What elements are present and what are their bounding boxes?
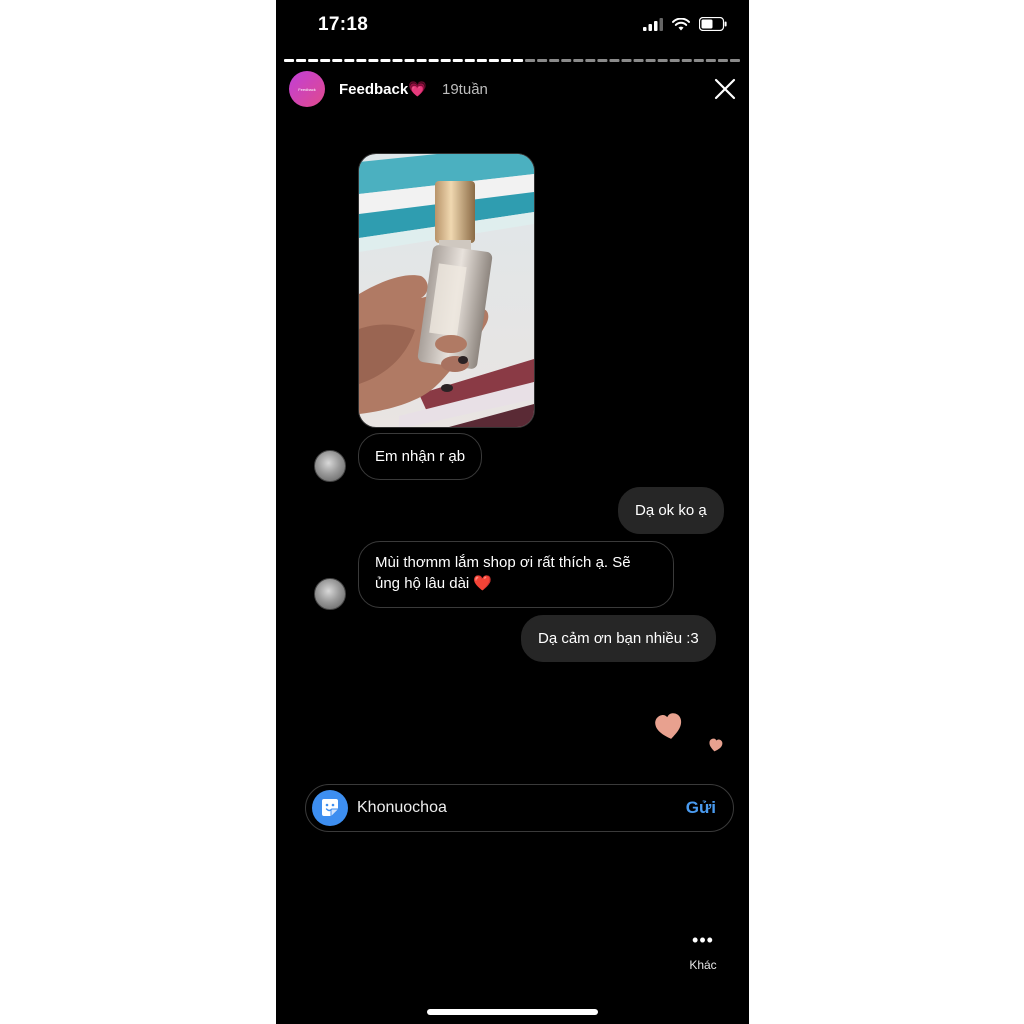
progress-segment [597,59,608,62]
more-button[interactable]: ••• Khác [678,930,728,982]
progress-segment [392,59,403,62]
message-bubble-sent: Dạ ok ko ạ [618,487,724,534]
signal-icon [643,17,663,31]
progress-segment [717,59,728,62]
message-bubble-sent: Dạ cảm ơn bạn nhiều :3 [521,615,716,662]
progress-segment [561,59,572,62]
progress-segment [633,59,644,62]
status-time: 17:18 [318,14,369,35]
progress-segment [585,59,596,62]
message-bubble-received: Mùi thơmm lắm shop ơi rất thích ạ. Sẽ ủn… [358,541,674,608]
progress-segment [549,59,560,62]
progress-segment [356,59,367,62]
sticker-face-icon[interactable] [312,790,348,826]
story-age: 19tuần [442,81,488,98]
progress-segment [404,59,415,62]
shared-photo[interactable] [358,153,535,428]
progress-segment [440,59,451,62]
send-button[interactable]: Gửi [686,798,716,818]
sender-avatar [314,578,346,610]
progress-segment [464,59,475,62]
story-screen: 17:18 Feedback Feedback💗 19tuần Em nhận … [276,0,749,1024]
progress-segment [681,59,692,62]
progress-segment [476,59,487,62]
more-dots-icon: ••• [692,930,714,950]
progress-segment [308,59,319,62]
reply-bar[interactable]: Khonuochoa Gửi [305,784,734,832]
progress-segment [500,59,511,62]
heart-sticker-icon [655,713,682,739]
progress-segment [609,59,620,62]
progress-segment [284,59,295,62]
message-bubble-received: Em nhận r ạb [358,433,483,480]
progress-segment [657,59,668,62]
progress-segment [669,59,680,62]
reply-input[interactable]: Khonuochoa [357,799,447,817]
progress-segment [488,59,499,62]
progress-segment [705,59,716,62]
progress-segment [332,59,343,62]
story-progress-bar [284,59,740,62]
progress-segment [452,59,463,62]
sender-avatar [314,450,346,482]
battery-icon [699,17,727,31]
progress-segment [573,59,584,62]
progress-segment [416,59,427,62]
home-indicator[interactable] [427,1009,598,1015]
more-label: Khác [689,958,717,972]
progress-segment [525,59,536,62]
progress-segment [428,59,439,62]
progress-segment [344,59,355,62]
progress-segment [296,59,307,62]
progress-segment [645,59,656,62]
progress-segment [621,59,632,62]
progress-segment [729,59,740,62]
progress-segment [513,59,524,62]
wifi-icon [672,17,690,30]
progress-segment [320,59,331,62]
status-icons [643,17,727,31]
highlight-title[interactable]: Feedback💗 [339,80,427,98]
highlight-avatar[interactable]: Feedback [289,71,325,107]
progress-segment [380,59,391,62]
progress-segment [693,59,704,62]
progress-segment [537,59,548,62]
small-heart-icon [709,738,723,752]
avatar-label: Feedback [298,86,316,92]
close-icon[interactable] [714,78,736,100]
progress-segment [368,59,379,62]
